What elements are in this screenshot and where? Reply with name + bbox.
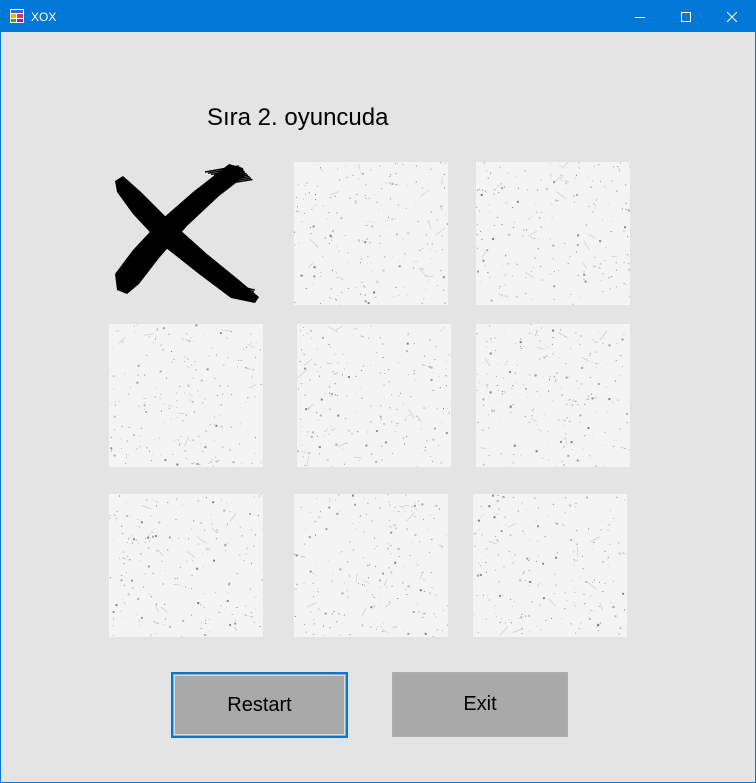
restart-button[interactable]: Restart <box>171 672 348 738</box>
board-cell-2-2[interactable] <box>297 324 451 467</box>
window-title: XOX <box>31 10 57 24</box>
empty-cell-texture <box>109 494 263 637</box>
x-mark-icon <box>115 164 259 303</box>
board-cell-3-2[interactable] <box>294 494 448 637</box>
board-cell-1-3[interactable] <box>476 162 630 305</box>
close-button[interactable] <box>709 1 755 32</box>
board-cell-2-3[interactable] <box>476 324 630 467</box>
empty-cell-texture <box>109 324 263 467</box>
empty-cell-texture <box>294 494 448 637</box>
app-window: XOX Sıra 2. oyuncuda Restart Exit <box>0 0 756 783</box>
close-icon <box>727 11 737 22</box>
maximize-button[interactable] <box>663 1 709 32</box>
empty-cell-texture <box>294 162 448 305</box>
turn-status-label: Sıra 2. oyuncuda <box>207 104 389 131</box>
empty-cell-texture <box>297 324 451 467</box>
empty-cell-texture <box>476 324 630 467</box>
board-cell-1-1[interactable] <box>109 162 263 305</box>
title-bar[interactable]: XOX <box>1 1 755 32</box>
restart-button-label: Restart <box>227 693 292 716</box>
minimize-icon <box>635 16 645 18</box>
game-panel: Sıra 2. oyuncuda Restart Exit <box>1 32 755 782</box>
minimize-button[interactable] <box>617 1 663 32</box>
board-cell-2-1[interactable] <box>109 324 263 467</box>
exit-button-label: Exit <box>463 693 497 715</box>
board-cell-3-3[interactable] <box>473 494 627 637</box>
board-cell-1-2[interactable] <box>294 162 448 305</box>
empty-cell-texture <box>476 162 630 305</box>
board-cell-3-1[interactable] <box>109 494 263 637</box>
maximize-icon <box>681 11 691 22</box>
empty-cell-texture <box>473 494 627 637</box>
exit-button[interactable]: Exit <box>392 672 568 737</box>
app-icon <box>10 9 24 23</box>
